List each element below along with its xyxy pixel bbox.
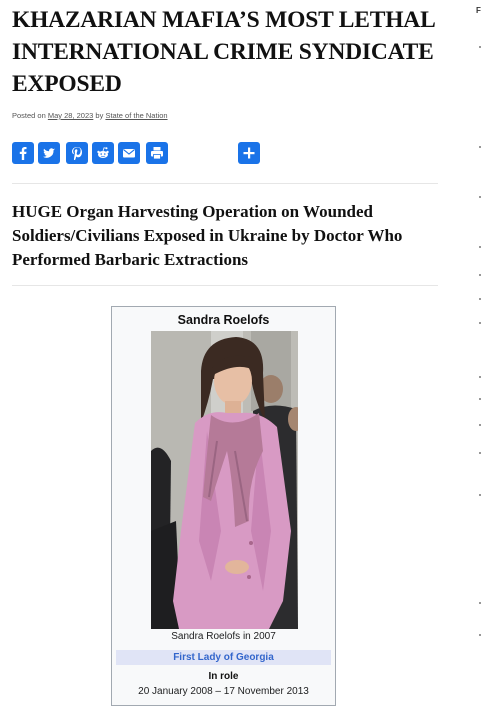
reddit-share-button[interactable] [92, 142, 114, 164]
share-plus-icon [243, 147, 255, 159]
pinterest-icon [72, 147, 82, 160]
role-dates: 20 January 2008 – 17 November 2013 [138, 686, 309, 697]
email-icon [123, 149, 135, 158]
posted-on-label: Posted on [12, 111, 46, 120]
portrait-photo [151, 331, 298, 629]
article-title: KHAZARIAN MAFIA’S MOST LETHAL INTERNATIO… [12, 7, 435, 97]
pinterest-share-button[interactable] [66, 142, 88, 164]
role-link[interactable]: First Lady of Georgia [116, 650, 331, 665]
email-share-button[interactable] [118, 142, 140, 164]
infobox-name: Sandra Roelofs [177, 313, 270, 327]
print-share-button[interactable] [146, 142, 168, 164]
facebook-icon [19, 147, 27, 160]
reddit-icon [97, 147, 109, 158]
wikipedia-infobox: Sandra Roelofs Sandra Roelofs in 2007 Fi… [111, 306, 336, 706]
post-meta: Posted on May 28, 2023 by State of the N… [12, 111, 168, 120]
twitter-share-button[interactable] [38, 142, 60, 164]
sidebar-heading: F [476, 6, 481, 15]
divider [12, 183, 438, 184]
article-subheading: HUGE Organ Harvesting Operation on Wound… [12, 202, 403, 269]
post-date-link[interactable]: May 28, 2023 [48, 111, 93, 120]
share-bar [12, 142, 462, 164]
facebook-share-button[interactable] [12, 142, 34, 164]
author-link[interactable]: State of the Nation [105, 111, 167, 120]
share-plus-button[interactable] [238, 142, 260, 164]
photo-caption: Sandra Roelofs in 2007 [171, 631, 276, 642]
divider [12, 285, 438, 286]
in-role-label: In role [208, 671, 239, 682]
right-sidebar: F [470, 0, 481, 706]
by-label: by [95, 111, 104, 120]
twitter-icon [43, 148, 55, 158]
print-icon [151, 147, 163, 160]
